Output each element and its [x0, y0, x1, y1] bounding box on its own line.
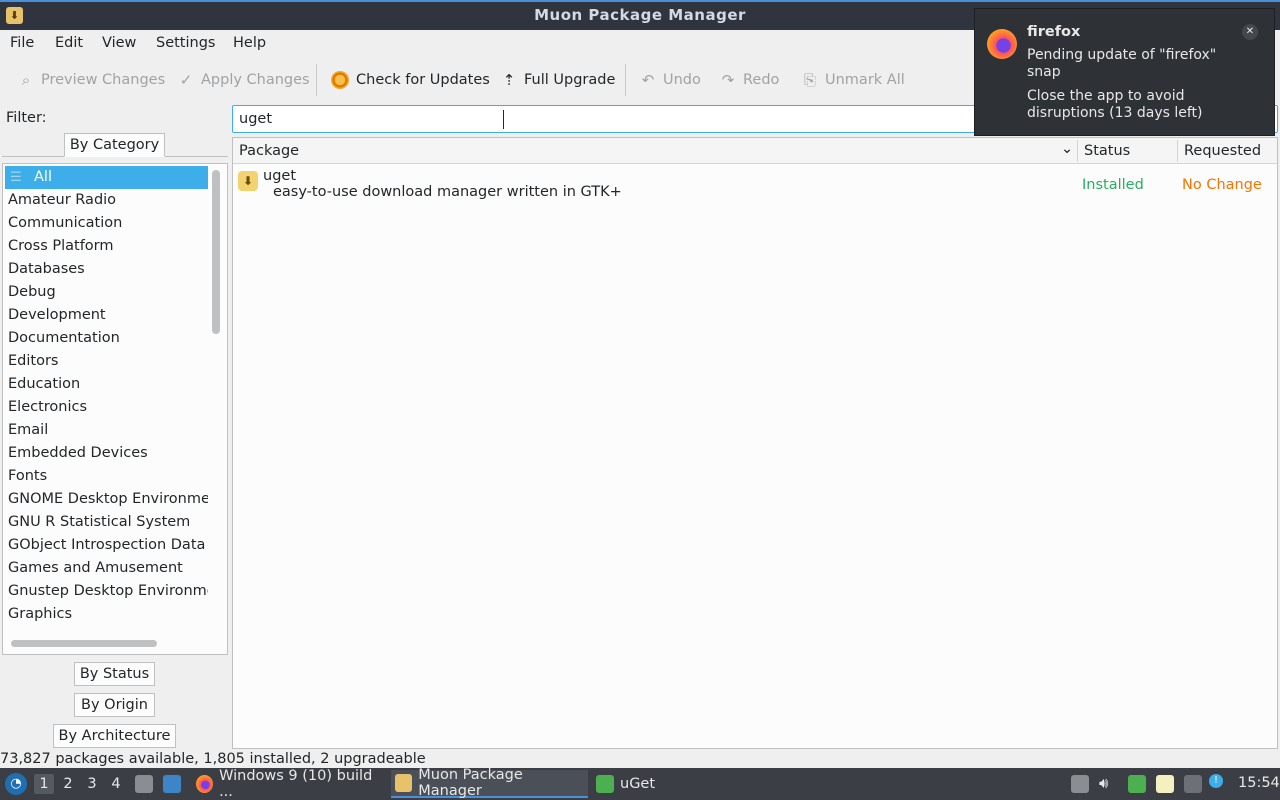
refresh-icon	[331, 71, 349, 89]
menu-help[interactable]: Help	[233, 35, 266, 51]
package-requested: No Change	[1182, 177, 1262, 193]
chevron-down-icon[interactable]: ⌄	[1061, 141, 1073, 157]
category-list: ☰ All Amateur Radio Communication Cross P…	[5, 166, 208, 632]
redo-button[interactable]: ↷ Redo	[720, 69, 780, 91]
notification-title: firefox	[1027, 24, 1081, 40]
undo-icon: ↶	[641, 71, 655, 89]
category-item[interactable]: Editors	[5, 350, 208, 373]
filter-label: Filter:	[6, 110, 47, 126]
category-item[interactable]: Documentation	[5, 327, 208, 350]
network-icon[interactable]	[1184, 775, 1202, 793]
taskbar-app-muon[interactable]: Muon Package Manager	[391, 767, 588, 799]
text-caret	[503, 110, 504, 129]
magnifier-icon: ⌕	[21, 71, 31, 89]
notification-detail: Close the app to avoid disruptions (13 d…	[1027, 88, 1203, 121]
workspace-4[interactable]: 4	[106, 774, 126, 794]
package-name: uget	[263, 168, 297, 184]
apply-changes-button[interactable]: ✓ Apply Changes	[178, 69, 310, 91]
category-item[interactable]: Email	[5, 419, 208, 442]
category-item[interactable]: GObject Introspection Data	[5, 534, 208, 557]
category-item[interactable]: Databases	[5, 258, 208, 281]
workspace-3[interactable]: 3	[82, 774, 102, 794]
table-row[interactable]: ⬇ uget easy-to-use download manager writ…	[233, 167, 1277, 205]
preview-changes-button[interactable]: ⌕ Preview Changes	[18, 69, 165, 91]
check-for-updates-button[interactable]: Check for Updates	[331, 69, 490, 91]
horizontal-scrollbar[interactable]	[11, 640, 157, 647]
tab-by-status[interactable]: By Status	[74, 662, 155, 686]
toolbar-separator	[316, 64, 317, 96]
uget-tray-icon[interactable]	[1128, 775, 1146, 793]
tab-by-origin[interactable]: By Origin	[74, 693, 155, 717]
category-item[interactable]: Gnustep Desktop Environment	[5, 580, 208, 603]
firefox-icon	[987, 29, 1017, 59]
notification-icon[interactable]: !	[1209, 774, 1223, 788]
upgrade-arrow-icon: ⇡	[502, 71, 516, 89]
category-item[interactable]: Graphics	[5, 603, 208, 626]
notification-message: Pending update of "firefox" snap	[1027, 47, 1217, 80]
column-header-package[interactable]: Package	[239, 143, 299, 159]
category-item[interactable]: Communication	[5, 212, 208, 235]
show-desktop-icon[interactable]	[163, 775, 181, 793]
table-header: Package ⌄ Status Requested	[233, 138, 1277, 164]
list-icon: ☰	[10, 170, 22, 185]
clipboard-icon[interactable]	[1071, 775, 1089, 793]
taskbar-app-firefox[interactable]: Windows 9 (10) build ...	[192, 768, 386, 800]
workspace-2[interactable]: 2	[58, 774, 78, 794]
package-list-panel: Package ⌄ Status Requested ⬇ uget easy-t…	[232, 137, 1278, 749]
category-item[interactable]: Education	[5, 373, 208, 396]
file-manager-icon[interactable]	[135, 775, 153, 793]
unmark-all-button[interactable]: ⎘ Unmark All	[802, 69, 905, 91]
column-header-status[interactable]: Status	[1084, 143, 1130, 159]
category-item[interactable]: Embedded Devices	[5, 442, 208, 465]
start-menu-icon[interactable]: ◔	[5, 773, 27, 795]
taskbar: ◔ 1 2 3 4 Windows 9 (10) build ... Muon …	[0, 767, 1280, 800]
volume-icon[interactable]: 🔊︎	[1099, 774, 1108, 792]
menu-edit[interactable]: Edit	[55, 35, 83, 51]
close-icon[interactable]: ✕	[1242, 24, 1258, 40]
menu-view[interactable]: View	[102, 35, 136, 51]
menu-settings[interactable]: Settings	[156, 35, 215, 51]
taskbar-app-uget[interactable]: uGet	[592, 770, 662, 798]
workspace-1[interactable]: 1	[34, 774, 54, 794]
category-item[interactable]: Cross Platform	[5, 235, 208, 258]
column-divider	[1077, 140, 1078, 162]
category-item[interactable]: Games and Amusement	[5, 557, 208, 580]
package-status: Installed	[1082, 177, 1144, 193]
notes-icon[interactable]	[1156, 775, 1174, 793]
tab-by-category[interactable]: By Category	[64, 133, 165, 157]
search-input-value: uget	[239, 111, 273, 127]
clock[interactable]: 15:54	[1238, 775, 1280, 791]
vertical-scrollbar[interactable]	[212, 170, 220, 334]
checkmark-icon: ✓	[179, 71, 193, 89]
toolbar-separator	[625, 64, 626, 96]
category-item[interactable]: Amateur Radio	[5, 189, 208, 212]
redo-icon: ↷	[721, 71, 735, 89]
muon-icon	[395, 774, 413, 792]
menu-file[interactable]: File	[10, 35, 34, 51]
category-item[interactable]: GNU R Statistical System	[5, 511, 208, 534]
package-icon: ⬇	[238, 171, 258, 191]
unmark-icon: ⎘	[803, 71, 816, 89]
package-description: easy-to-use download manager written in …	[273, 184, 622, 200]
category-item-all[interactable]: ☰ All	[5, 166, 208, 189]
column-header-requested[interactable]: Requested	[1184, 143, 1261, 159]
category-panel: ☰ All Amateur Radio Communication Cross P…	[2, 163, 228, 655]
undo-button[interactable]: ↶ Undo	[640, 69, 701, 91]
category-item[interactable]: Debug	[5, 281, 208, 304]
full-upgrade-button[interactable]: ⇡ Full Upgrade	[501, 69, 616, 91]
tab-by-architecture[interactable]: By Architecture	[53, 724, 176, 748]
category-item[interactable]: Electronics	[5, 396, 208, 419]
status-text: 73,827 packages available, 1,805 install…	[0, 751, 426, 767]
column-divider	[1177, 140, 1178, 162]
category-item[interactable]: GNOME Desktop Environment	[5, 488, 208, 511]
notification-popup[interactable]: firefox ✕ Pending update of "firefox" sn…	[974, 8, 1275, 136]
category-item[interactable]: Development	[5, 304, 208, 327]
firefox-icon	[196, 775, 214, 793]
uget-icon	[596, 775, 614, 793]
category-item[interactable]: Fonts	[5, 465, 208, 488]
